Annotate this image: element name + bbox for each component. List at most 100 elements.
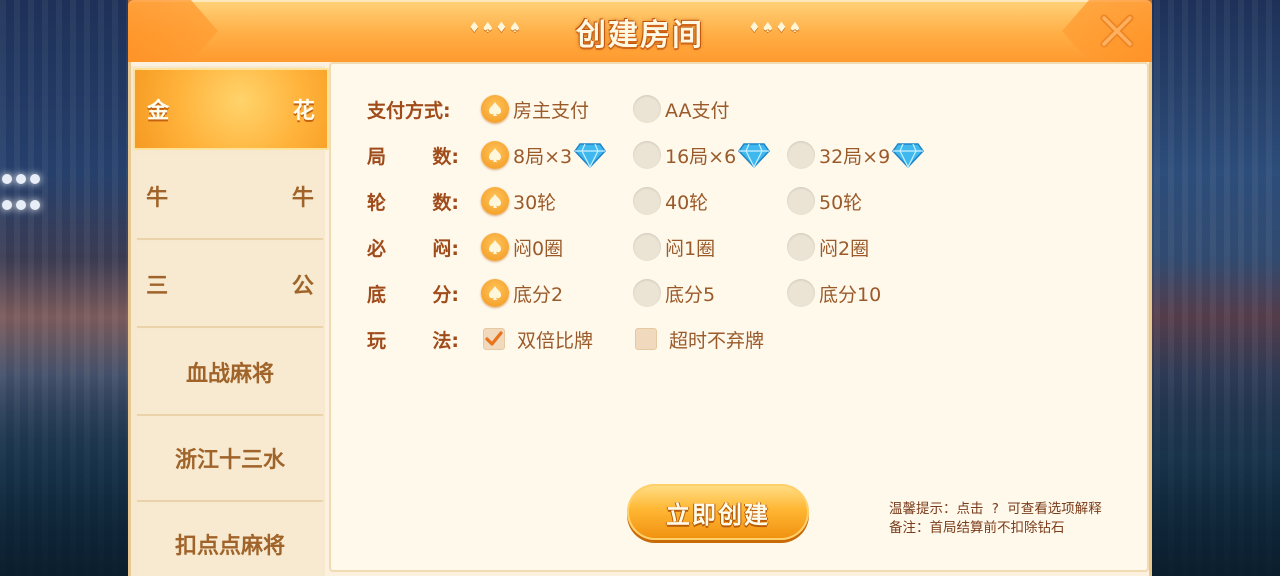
option-text: 30轮	[513, 191, 557, 214]
radio-selected-icon	[481, 279, 509, 307]
base-score-option-10[interactable]: 底分10	[787, 278, 881, 308]
play-mode-row: 玩 法: 双倍比牌 超时不弃牌	[367, 324, 764, 354]
play-mode-label: 玩 法:	[367, 326, 459, 353]
rounds-option-16[interactable]: 16局×6	[633, 140, 771, 170]
option-text: 闷0圈	[513, 237, 564, 260]
option-text: 房主支付	[513, 99, 590, 122]
tip-suffix: 可查看选项解释	[1007, 501, 1102, 517]
stadium-lights	[0, 170, 60, 230]
option-text: 闷1圈	[665, 237, 716, 260]
radio-unselected-icon	[633, 141, 661, 169]
sidebar-item-xuezhan-majiang[interactable]: 血战麻将	[137, 330, 323, 416]
radio-unselected-icon	[633, 233, 661, 261]
rounds-row: 局 数: 8局×3 16局×6 32局×9	[367, 140, 925, 170]
sidebar-item-label: 扣点点麻将	[174, 534, 285, 559]
must-blind-option-2[interactable]: 闷2圈	[787, 232, 869, 262]
game-sidebar: 金 花 牛 牛 三 公 血战麻将 浙江十三水 扣点点麻将	[131, 66, 329, 576]
radio-unselected-icon	[787, 141, 815, 169]
turns-label: 轮 数:	[367, 188, 459, 215]
dialog-title: 创建房间	[576, 18, 704, 53]
help-question-mark[interactable]: ?	[992, 501, 999, 517]
radio-unselected-icon	[633, 95, 661, 123]
label-part: 局	[367, 145, 387, 168]
label-part: 轮	[367, 191, 387, 214]
tips-text: 温馨提示：点击 ? 可查看选项解释 备注：首局结算前不扣除钻石	[889, 500, 1102, 538]
option-text: 双倍比牌	[517, 329, 594, 352]
options-panel: 支付方式: 房主支付 AA支付 局 数: 8局×3 16局×6 32局×9 轮 …	[329, 62, 1149, 572]
radio-selected-icon	[481, 141, 509, 169]
payment-option-owner[interactable]: 房主支付	[481, 94, 589, 124]
close-icon	[1100, 14, 1134, 48]
option-text: 40轮	[665, 191, 709, 214]
option-text: 50轮	[819, 191, 863, 214]
label-part: 底	[367, 283, 387, 306]
diamond-icon	[892, 142, 925, 168]
create-room-dialog: ♦♠♦♠ 创建房间 ♦♠♦♠ 金 花 牛 牛 三 公 血战麻将 浙江十三水 扣点…	[128, 0, 1152, 576]
diamond-icon	[738, 142, 771, 168]
label-part: 数:	[432, 145, 459, 168]
base-score-option-5[interactable]: 底分5	[633, 278, 715, 308]
title-bar: ♦♠♦♠ 创建房间 ♦♠♦♠	[128, 0, 1152, 62]
must-blind-option-1[interactable]: 闷1圈	[633, 232, 715, 262]
must-blind-label: 必 闷:	[367, 234, 459, 261]
option-text: AA支付	[665, 99, 730, 122]
sidebar-item-koudiandian-majiang[interactable]: 扣点点麻将	[137, 502, 323, 576]
sidebar-item-sangong[interactable]: 三 公	[137, 242, 323, 328]
base-score-option-2[interactable]: 底分2	[481, 278, 563, 308]
turns-row: 轮 数: 30轮 40轮 50轮	[367, 186, 862, 216]
checkbox-unchecked	[635, 328, 657, 350]
base-score-label: 底 分:	[367, 280, 459, 307]
radio-unselected-icon	[787, 233, 815, 261]
label-part: 法:	[432, 329, 459, 352]
sidebar-item-zhejiang-shisanshui[interactable]: 浙江十三水	[137, 416, 323, 502]
title-decoration-right: ♦♠♦♠	[748, 20, 803, 36]
checkmark-icon	[485, 331, 503, 346]
label-part: 闷:	[432, 237, 459, 260]
play-mode-option-double-compare[interactable]: 双倍比牌	[481, 324, 593, 354]
sidebar-item-label: 浙江十三水	[174, 448, 285, 473]
turns-option-40[interactable]: 40轮	[633, 186, 708, 216]
label-part: 玩	[367, 329, 387, 352]
option-text: 底分2	[513, 283, 564, 306]
option-text: 16局×6	[665, 145, 737, 168]
diamond-icon	[574, 142, 607, 168]
tip-line-1: 温馨提示：点击 ? 可查看选项解释	[889, 500, 1102, 519]
must-blind-option-0[interactable]: 闷0圈	[481, 232, 563, 262]
radio-unselected-icon	[787, 279, 815, 307]
option-text: 32局×9	[819, 145, 891, 168]
radio-selected-icon	[481, 95, 509, 123]
radio-unselected-icon	[633, 187, 661, 215]
dialog-body: 金 花 牛 牛 三 公 血战麻将 浙江十三水 扣点点麻将 支付方式: 房主支付 …	[128, 62, 1152, 576]
sidebar-item-jinhua[interactable]: 金 花	[133, 68, 329, 150]
tip-line-2: 备注：首局结算前不扣除钻石	[889, 520, 1065, 536]
label-part: 分:	[432, 283, 459, 306]
sidebar-item-label: 血战麻将	[185, 362, 274, 387]
close-button[interactable]	[1094, 8, 1140, 54]
play-mode-option-no-timeout-fold[interactable]: 超时不弃牌	[633, 324, 764, 354]
radio-unselected-icon	[633, 279, 661, 307]
label-part: 数:	[432, 191, 459, 214]
payment-row: 支付方式: 房主支付 AA支付	[367, 94, 730, 124]
radio-unselected-icon	[787, 187, 815, 215]
sidebar-item-niuniu[interactable]: 牛 牛	[137, 154, 323, 240]
radio-selected-icon	[481, 233, 509, 261]
option-text: 底分10	[819, 283, 882, 306]
create-now-button[interactable]: 立即创建	[627, 484, 809, 540]
option-text: 闷2圈	[819, 237, 870, 260]
tip-prefix: 温馨提示：点击	[889, 501, 984, 517]
rounds-option-32[interactable]: 32局×9	[787, 140, 925, 170]
payment-option-aa[interactable]: AA支付	[633, 94, 730, 124]
radio-selected-icon	[481, 187, 509, 215]
option-text: 8局×3	[513, 145, 573, 168]
turns-option-50[interactable]: 50轮	[787, 186, 862, 216]
option-text: 底分5	[665, 283, 716, 306]
rounds-label: 局 数:	[367, 142, 459, 169]
turns-option-30[interactable]: 30轮	[481, 186, 556, 216]
payment-label: 支付方式:	[367, 99, 451, 122]
must-blind-row: 必 闷: 闷0圈 闷1圈 闷2圈	[367, 232, 869, 262]
checkbox-checked	[483, 328, 505, 350]
label-part: 必	[367, 237, 387, 260]
rounds-option-8[interactable]: 8局×3	[481, 140, 607, 170]
option-text: 超时不弃牌	[669, 329, 765, 352]
base-score-row: 底 分: 底分2 底分5 底分10	[367, 278, 881, 308]
